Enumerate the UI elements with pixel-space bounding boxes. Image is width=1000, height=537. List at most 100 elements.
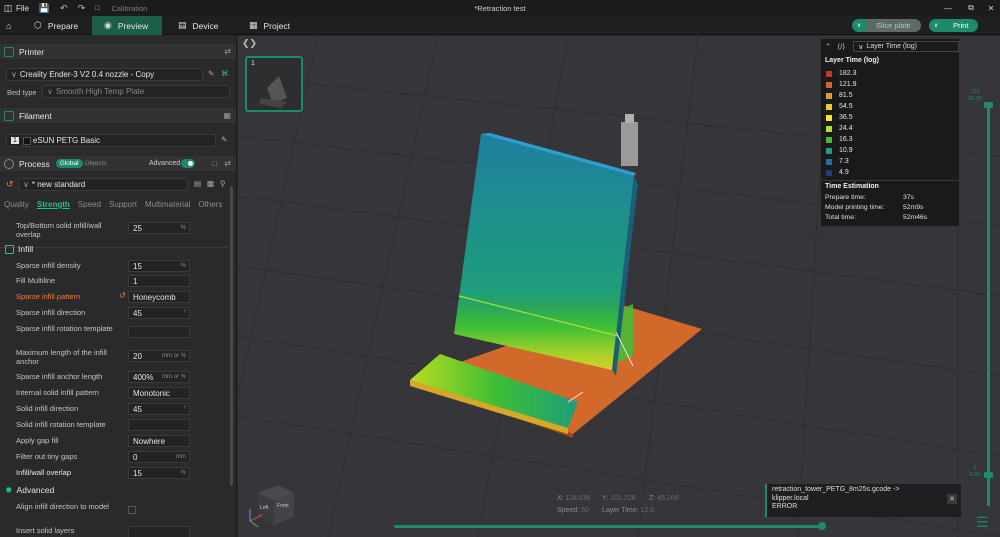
setting-input[interactable]: Monotonic <box>128 387 190 399</box>
process-copy-icon[interactable]: □ <box>212 159 217 168</box>
preview-viewport[interactable]: ❮❯ 1 ⌃ ⟨/⟩ ∨ Layer Time (log) Layer Time … <box>238 36 1000 537</box>
move-slider-handle[interactable] <box>818 522 826 530</box>
setting-input[interactable]: 1 <box>128 275 190 287</box>
print-button[interactable]: ∨ Print <box>929 19 979 32</box>
home-icon[interactable]: ⌂ <box>0 16 16 35</box>
tab-quality[interactable]: Quality <box>0 200 33 214</box>
tab-project[interactable]: ▦ Project <box>243 16 313 35</box>
process-preset-select[interactable]: ∨ * new standard <box>18 178 188 191</box>
legend-swatch <box>826 136 832 143</box>
wifi-icon[interactable]: ⌘ <box>221 69 229 78</box>
align-infill-checkbox[interactable] <box>128 506 136 514</box>
legend-value: 10.9 <box>839 147 853 154</box>
save-icon[interactable]: 💾 <box>39 3 50 14</box>
layer-slider-bottom-handle[interactable] <box>984 472 993 478</box>
layer-slider-bottom-label: 1 0.20 <box>969 465 981 478</box>
setting-input[interactable]: 45 ° <box>128 403 190 415</box>
file-menu[interactable]: File <box>16 4 29 13</box>
tab-multimaterial[interactable]: Multimaterial <box>141 200 194 214</box>
setting-input[interactable]: Honeycomb <box>128 291 190 303</box>
view-cube[interactable]: Left Front <box>244 481 299 531</box>
settings-scrollbar[interactable] <box>230 186 233 486</box>
setting-value: Monotonic <box>133 388 170 398</box>
tab-strength[interactable]: Strength <box>33 200 74 214</box>
calibration-menu[interactable]: Calibration <box>111 4 147 13</box>
legend-collapse-icon[interactable]: ⌃ <box>825 42 831 51</box>
edit-printer-icon[interactable]: ✎ <box>208 69 214 78</box>
setting-input[interactable]: 0 mm <box>128 451 190 463</box>
printer-section-header[interactable]: Printer ⇄ <box>0 44 236 59</box>
plate-thumbnail[interactable]: 1 <box>245 56 303 112</box>
printer-settings-icon[interactable]: ⇄ <box>224 47 231 56</box>
print-dropdown-icon[interactable]: ∨ <box>929 19 943 32</box>
tab-others[interactable]: Others <box>194 200 226 214</box>
process-compare-icon[interactable]: ⇄ <box>224 159 231 168</box>
insert-solid-layers-input[interactable] <box>128 526 190 537</box>
undo-icon[interactable]: ↶ <box>60 3 68 14</box>
bed-type-select[interactable]: ∨ Smooth High Temp Plate <box>42 85 230 98</box>
calibration-icon[interactable]: □ <box>95 5 99 12</box>
legend-item: 182.3 <box>821 68 959 79</box>
layer-slider[interactable] <box>987 106 990 506</box>
notification-close-icon[interactable]: ✕ <box>947 494 957 504</box>
setting-label: Maximum length of the infill anchor <box>16 348 107 366</box>
setting-label: Solid infill direction <box>16 404 79 413</box>
save-preset-icon[interactable]: ▤ <box>194 179 201 188</box>
device-icon: ▤ <box>178 20 187 30</box>
legend-item: 4.9 <box>821 167 959 178</box>
objects-toggle[interactable]: Objects <box>83 160 109 167</box>
infill-icon <box>5 244 14 254</box>
setting-value: Honeycomb <box>133 292 176 302</box>
tab-device[interactable]: ▤ Device <box>172 16 242 35</box>
setting-label: Sparse infill direction <box>16 308 86 317</box>
tab-preview[interactable]: ◉ Preview <box>92 16 162 35</box>
setting-input[interactable]: 45 ° <box>128 307 190 319</box>
tab-speed[interactable]: Speed <box>74 200 105 214</box>
restore-icon[interactable]: ⧉ <box>960 0 982 16</box>
advanced-toggle[interactable] <box>181 159 195 168</box>
minimize-icon[interactable]: — <box>937 0 959 16</box>
legend-item: 121.9 <box>821 79 959 90</box>
filament-select[interactable]: 1 eSUN PETG Basic <box>6 134 216 147</box>
setting-label: Internal solid infill pattern <box>16 388 99 397</box>
edit-filament-icon[interactable]: ✎ <box>221 135 227 144</box>
redo-icon[interactable]: ↷ <box>78 3 86 14</box>
setting-input[interactable]: 15% <box>128 467 190 479</box>
setting-input[interactable]: 20 mm or % <box>128 350 190 362</box>
setting-input[interactable] <box>128 326 190 338</box>
setting-label: Solid infill rotation template <box>16 420 106 429</box>
setting-row: Filter out tiny gaps 0 mm <box>0 450 228 466</box>
global-toggle[interactable]: Global <box>55 159 83 168</box>
top-overlap-input[interactable]: 25% <box>128 222 190 234</box>
setting-label: Sparse infill rotation template <box>16 324 113 333</box>
setting-input[interactable]: 15% <box>128 260 190 272</box>
reset-icon[interactable]: ↺ <box>119 291 126 300</box>
reset-icon[interactable]: ↺ <box>6 179 14 190</box>
legend-swatch <box>826 92 832 99</box>
collapse-panel-icon[interactable]: ❮❯ <box>242 38 257 49</box>
legend-code-icon[interactable]: ⟨/⟩ <box>837 42 845 51</box>
setting-input[interactable] <box>128 419 190 431</box>
layer-slider-top-handle[interactable] <box>984 102 993 108</box>
main-tab-bar: ⌂ ⬡ Prepare ◉ Preview ▤ Device ▦ Project… <box>0 16 1000 35</box>
preset-view-icon[interactable]: ▩ <box>207 179 214 188</box>
move-slider[interactable] <box>394 525 824 528</box>
tab-support[interactable]: Support <box>105 200 141 214</box>
printer-select[interactable]: ∨ Creality Ender-3 V2 0.4 nozzle - Copy <box>6 68 203 81</box>
close-icon[interactable]: ✕ <box>980 0 1000 16</box>
setting-unit: mm <box>176 454 186 460</box>
layer-time-readout: Layer Time: 12.0 <box>602 507 655 514</box>
preset-search-icon[interactable]: ⚲ <box>220 179 226 188</box>
speed-readout: Speed: 50 <box>557 507 589 514</box>
layers-icon[interactable]: ☰ <box>976 514 992 530</box>
slice-dropdown-icon[interactable]: ∨ <box>852 19 866 32</box>
filament-section-header[interactable]: Filament ▦ <box>0 108 236 123</box>
filament-settings-icon[interactable]: ▦ <box>223 111 231 120</box>
slice-plate-button[interactable]: ∨ Slice plate <box>852 19 921 32</box>
advanced-label: Advanced <box>149 160 181 167</box>
legend-title: Layer Time (log) <box>825 57 879 64</box>
setting-input[interactable]: 400% mm or % <box>128 371 190 383</box>
tab-prepare[interactable]: ⬡ Prepare <box>28 16 92 35</box>
setting-input[interactable]: Nowhere <box>128 435 190 447</box>
legend-view-select[interactable]: ∨ Layer Time (log) <box>853 41 959 52</box>
